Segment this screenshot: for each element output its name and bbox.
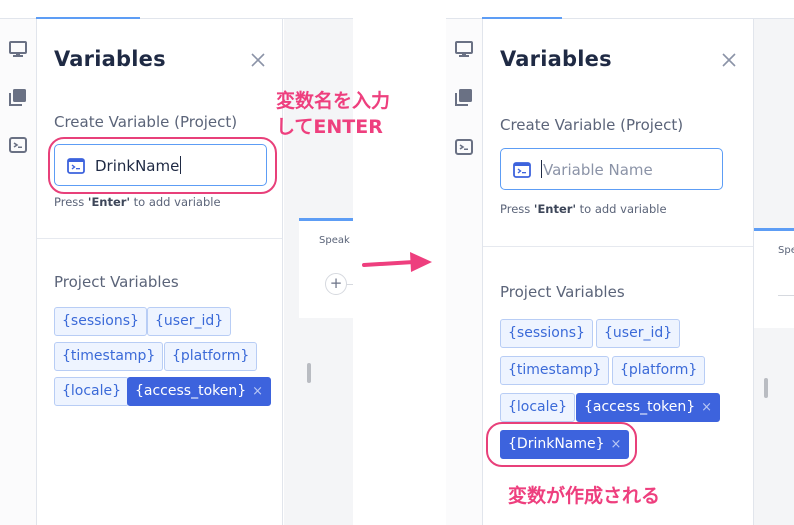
variable-chip-timestamp[interactable]: {timestamp} xyxy=(500,356,610,385)
terminal-icon[interactable] xyxy=(454,137,474,157)
variable-icon xyxy=(513,161,531,179)
create-variable-label: Create Variable (Project) xyxy=(500,116,684,134)
variable-chip-locale[interactable]: {locale} xyxy=(54,377,130,406)
project-variables-label: Project Variables xyxy=(500,283,625,301)
canvas-area: Spe xyxy=(754,19,794,525)
section-divider xyxy=(37,238,282,239)
screenshot-after: Variables Create Variable (Project) Vari… xyxy=(446,0,794,525)
monitor-icon[interactable] xyxy=(8,39,28,59)
create-variable-label: Create Variable (Project) xyxy=(54,113,238,131)
close-icon[interactable] xyxy=(722,53,736,67)
arrow-right-icon xyxy=(362,248,434,278)
enter-hint: Press 'Enter' to add variable xyxy=(54,195,221,209)
add-step-button[interactable]: + xyxy=(325,273,347,295)
annotation-enter: 変数名を入力 してENTER xyxy=(276,90,391,138)
variable-chip-platform[interactable]: {platform} xyxy=(612,356,706,385)
variable-chip-platform[interactable]: {platform} xyxy=(164,342,258,371)
panel-title: Variables xyxy=(54,47,166,71)
screenshot-before: Variables Create Variable (Project) Drin… xyxy=(0,0,353,525)
variable-input-placeholder: Variable Name xyxy=(541,160,653,179)
layers-icon[interactable] xyxy=(8,87,28,107)
annotation-created: 変数が作成される xyxy=(508,485,661,507)
layers-icon[interactable] xyxy=(454,87,474,107)
icon-rail xyxy=(0,19,36,525)
section-divider xyxy=(483,246,753,247)
enter-hint: Press 'Enter' to add variable xyxy=(500,202,667,216)
speak-block[interactable]: Speak xyxy=(299,218,353,318)
icon-rail xyxy=(446,19,482,525)
variable-chip-locale[interactable]: {locale} xyxy=(500,393,576,422)
remove-variable-icon[interactable]: × xyxy=(701,394,712,421)
panel-title: Variables xyxy=(500,47,612,71)
speak-block-label: Speak xyxy=(319,235,350,246)
variable-chip-timestamp[interactable]: {timestamp} xyxy=(54,342,164,371)
speak-block[interactable]: Spe xyxy=(754,228,794,328)
scroll-handle[interactable] xyxy=(307,363,311,383)
scroll-handle[interactable] xyxy=(764,378,768,398)
variable-chip-user-id[interactable]: {user_id} xyxy=(147,307,232,336)
variable-chip-access-token[interactable]: {access_token} × xyxy=(127,377,272,406)
variable-chip-sessions[interactable]: {sessions} xyxy=(500,319,593,348)
variable-chip-access-token[interactable]: {access_token} × xyxy=(576,393,721,422)
variables-panel: Variables Create Variable (Project) Drin… xyxy=(36,19,283,525)
remove-variable-icon[interactable]: × xyxy=(252,378,263,405)
new-variable-highlight xyxy=(486,422,637,467)
speak-block-label: Spe xyxy=(778,245,794,256)
variable-chip-user-id[interactable]: {user_id} xyxy=(596,319,681,348)
input-highlight xyxy=(48,137,277,194)
connector-line xyxy=(778,295,794,296)
variable-chip-sessions[interactable]: {sessions} xyxy=(54,307,147,336)
close-icon[interactable] xyxy=(251,53,265,67)
project-variables-label: Project Variables xyxy=(54,273,179,291)
terminal-icon[interactable] xyxy=(8,135,28,155)
monitor-icon[interactable] xyxy=(454,39,474,59)
variable-name-input[interactable]: Variable Name xyxy=(500,148,723,190)
